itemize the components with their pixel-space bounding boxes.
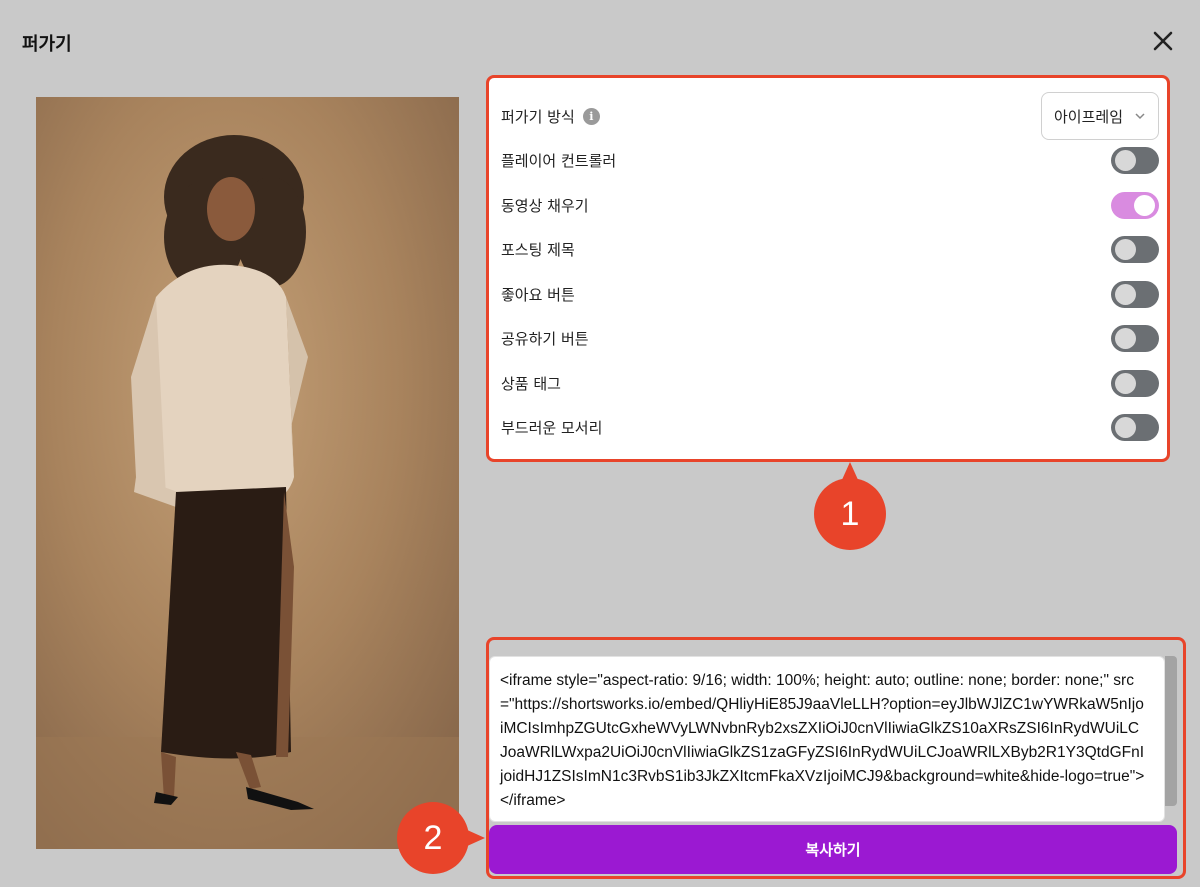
setting-label: 상품 태그: [501, 374, 561, 393]
embed-modal: 퍼가기 퍼가기 방식 i 아이프레임 플레이어 컨트롤러 동영상 채우기 포스팅…: [0, 0, 1200, 887]
toggle-product-tag[interactable]: [1111, 369, 1159, 397]
setting-row-share-button: 공유하기 버튼: [501, 323, 1159, 353]
setting-label: 좋아요 버튼: [501, 285, 575, 304]
setting-label: 부드러운 모서리: [501, 418, 603, 437]
toggle-knob: [1115, 238, 1136, 260]
scrollbar[interactable]: [1165, 656, 1177, 806]
copy-button[interactable]: 복사하기: [489, 825, 1177, 874]
toggle-knob: [1115, 372, 1136, 394]
modal-title: 퍼가기: [22, 34, 72, 55]
toggle-post-title[interactable]: [1111, 235, 1159, 263]
video-preview: [36, 97, 459, 849]
toggle-rounded-corners[interactable]: [1111, 413, 1159, 441]
info-icon[interactable]: i: [582, 107, 600, 125]
toggle-knob: [1115, 149, 1136, 171]
setting-row-like-button: 좋아요 버튼: [501, 279, 1159, 309]
embed-settings-panel: 퍼가기 방식 i 아이프레임 플레이어 컨트롤러 동영상 채우기 포스팅 제목 …: [486, 75, 1170, 462]
toggle-knob: [1115, 327, 1136, 349]
setting-label: 플레이어 컨트롤러: [501, 151, 617, 170]
embed-code-section: <iframe style="aspect-ratio: 9/16; width…: [486, 637, 1186, 879]
setting-label: 동영상 채우기: [501, 196, 589, 215]
setting-label: 공유하기 버튼: [501, 329, 589, 348]
embed-method-label: 퍼가기 방식: [501, 107, 575, 126]
embed-method-select[interactable]: 아이프레임: [1041, 92, 1159, 140]
embed-code-textarea[interactable]: <iframe style="aspect-ratio: 9/16; width…: [489, 656, 1165, 822]
toggle-share-button[interactable]: [1111, 324, 1159, 352]
toggle-knob: [1134, 194, 1155, 216]
toggle-like-button[interactable]: [1111, 280, 1159, 308]
setting-row-post-title: 포스팅 제목: [501, 234, 1159, 264]
setting-row-product-tag: 상품 태그: [501, 368, 1159, 398]
embed-method-row: 퍼가기 방식 i 아이프레임: [501, 92, 1159, 140]
toggle-knob: [1115, 416, 1136, 438]
chevron-down-icon: [1135, 113, 1145, 120]
toggle-fill-video[interactable]: [1111, 191, 1159, 219]
toggle-player-controller[interactable]: [1111, 146, 1159, 174]
step-badge-1: 1: [814, 462, 886, 550]
close-icon[interactable]: [1148, 26, 1178, 56]
step-badge-2: 2: [397, 802, 485, 874]
setting-label: 포스팅 제목: [501, 240, 575, 259]
toggle-knob: [1115, 283, 1136, 305]
setting-row-rounded-corners: 부드러운 모서리: [501, 412, 1159, 442]
embed-method-value: 아이프레임: [1054, 107, 1124, 126]
setting-row-fill-video: 동영상 채우기: [501, 190, 1159, 220]
setting-row-player-controller: 플레이어 컨트롤러: [501, 145, 1159, 175]
